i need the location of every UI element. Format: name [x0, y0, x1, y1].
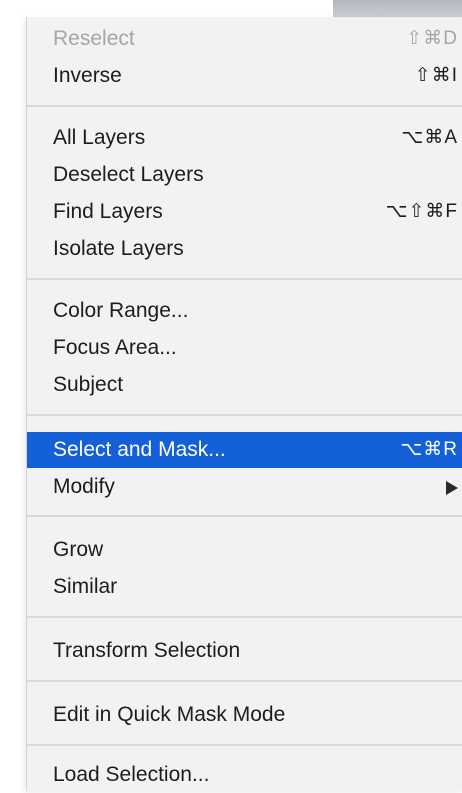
menu-item-label: Similar: [53, 575, 118, 598]
menu-item-shortcut: ⇧⌘I: [414, 65, 458, 86]
menu-item-label: All Layers: [53, 126, 146, 149]
menu-item-label: Transform Selection: [53, 639, 241, 662]
menu-item-shortcut: ⌥⇧⌘F: [385, 201, 458, 222]
menu-item-all-layers[interactable]: All Layers ⌥⌘A: [27, 120, 462, 156]
menu-item-load-selection[interactable]: Load Selection...: [27, 757, 462, 793]
menu-item-reselect[interactable]: Reselect ⇧⌘D: [27, 21, 462, 57]
menu-item-label: Modify: [53, 475, 115, 498]
menu-item-label: Color Range...: [53, 299, 189, 322]
menu-item-similar[interactable]: Similar: [27, 569, 462, 605]
menu-item-label: Subject: [53, 373, 124, 396]
menu-item-label: Reselect: [53, 27, 135, 50]
menu-item-label: Deselect Layers: [53, 163, 204, 186]
menu-item-label: Inverse: [53, 64, 122, 87]
menu-item-label: Isolate Layers: [53, 237, 184, 260]
select-menu: Reselect ⇧⌘D Inverse ⇧⌘I All Layers ⌥⌘A …: [26, 17, 462, 791]
menu-item-modify[interactable]: Modify: [27, 469, 462, 505]
submenu-arrow-icon: [446, 481, 458, 495]
menu-item-shortcut: ⇧⌘D: [406, 28, 458, 49]
menu-item-deselect-layers[interactable]: Deselect Layers: [27, 157, 462, 193]
menu-item-find-layers[interactable]: Find Layers ⌥⇧⌘F: [27, 194, 462, 230]
menu-item-focus-area[interactable]: Focus Area...: [27, 330, 462, 366]
menu-item-label: Load Selection...: [53, 763, 210, 786]
menu-item-color-range[interactable]: Color Range...: [27, 293, 462, 329]
menu-separator: [27, 278, 462, 280]
menu-item-shortcut: ⌥⌘A: [401, 127, 458, 148]
menu-separator: [27, 680, 462, 682]
menu-separator: [27, 616, 462, 618]
window-tab-strip: [333, 0, 462, 17]
top-bar: [0, 0, 462, 17]
menu-separator: [27, 414, 462, 416]
menu-item-select-and-mask[interactable]: Select and Mask... ⌥⌘R: [27, 432, 462, 468]
menu-separator: [27, 744, 462, 746]
menu-item-transform-selection[interactable]: Transform Selection: [27, 633, 462, 669]
menu-item-label: Select and Mask...: [53, 438, 226, 461]
menu-separator: [27, 515, 462, 517]
menu-item-edit-in-quick-mask-mode[interactable]: Edit in Quick Mask Mode: [27, 697, 462, 733]
menu-item-label: Focus Area...: [53, 336, 177, 359]
menu-item-isolate-layers[interactable]: Isolate Layers: [27, 231, 462, 267]
menu-item-shortcut: ⌥⌘R: [400, 439, 458, 460]
menu-item-subject[interactable]: Subject: [27, 367, 462, 403]
menu-item-label: Grow: [53, 538, 104, 561]
menu-item-label: Find Layers: [53, 200, 163, 223]
menu-separator: [27, 105, 462, 107]
menu-item-inverse[interactable]: Inverse ⇧⌘I: [27, 58, 462, 94]
menu-item-grow[interactable]: Grow: [27, 532, 462, 568]
menu-item-label: Edit in Quick Mask Mode: [53, 703, 286, 726]
